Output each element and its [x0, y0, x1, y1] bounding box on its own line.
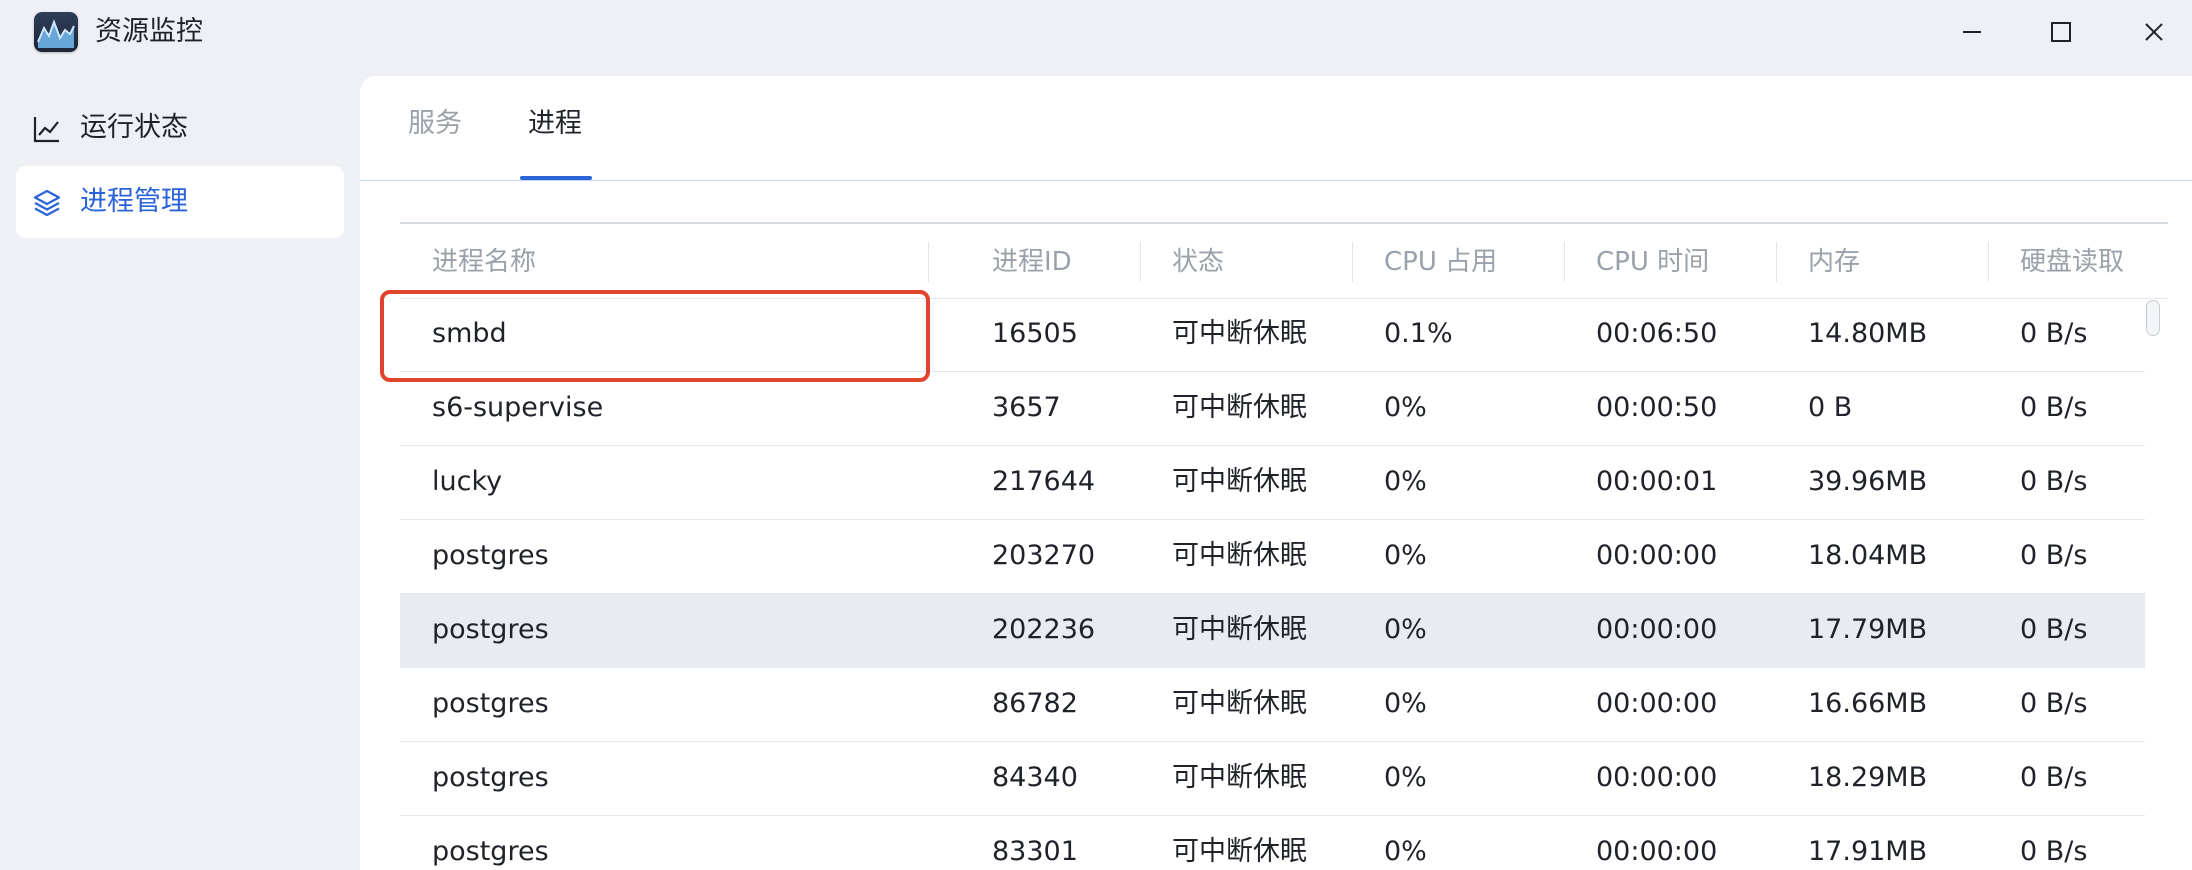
- cell-cpu-usage: 0%: [1384, 614, 1427, 645]
- column-header-pid[interactable]: 进程ID: [992, 242, 1072, 282]
- cell-memory: 39.96MB: [1808, 466, 1928, 497]
- cell-status: 可中断休眠: [1172, 466, 1307, 497]
- title-bar: 资源监控: [0, 0, 2192, 64]
- cell-name: smbd: [432, 318, 507, 349]
- cell-disk-read: 0 B/s: [2020, 762, 2088, 793]
- sidebar-item-label: 进程管理: [80, 186, 188, 217]
- column-header-status[interactable]: 状态: [1172, 242, 1224, 282]
- cell-disk-read: 0 B/s: [2020, 836, 2088, 867]
- cell-cpu-time: 00:00:00: [1596, 614, 1718, 645]
- cell-name: postgres: [432, 614, 549, 645]
- table-row[interactable]: lucky 217644 可中断休眠 0% 00:00:01 39.96MB 0 B/s: [400, 446, 2145, 520]
- app-title: 资源监控: [95, 16, 203, 47]
- cell-name: lucky: [432, 466, 503, 497]
- cell-name: postgres: [432, 836, 549, 867]
- active-tab-indicator: [520, 176, 592, 180]
- cell-memory: 18.29MB: [1808, 762, 1928, 793]
- cell-status: 可中断休眠: [1172, 762, 1307, 793]
- column-resizer[interactable]: [928, 242, 929, 282]
- table-row[interactable]: postgres 86782 可中断休眠 0% 00:00:00 16.66MB 0 B/s: [400, 668, 2145, 742]
- cell-disk-read: 0 B/s: [2020, 466, 2088, 497]
- main-panel: 服务 进程 进程名称 进程ID 状态 CPU 占用 CPU 时间 内存 硬盘读取…: [360, 76, 2192, 870]
- cell-disk-read: 0 B/s: [2020, 614, 2088, 645]
- table-header: 进程名称 进程ID 状态 CPU 占用 CPU 时间 内存 硬盘读取: [400, 222, 2168, 299]
- column-resizer[interactable]: [1988, 242, 1989, 282]
- cell-cpu-time: 00:00:00: [1596, 836, 1718, 867]
- column-header-name[interactable]: 进程名称: [432, 242, 536, 282]
- maximize-icon[interactable]: [2043, 14, 2079, 50]
- cell-status: 可中断休眠: [1172, 318, 1307, 349]
- column-header-cpu-usage[interactable]: CPU 占用: [1384, 242, 1497, 282]
- layers-icon: [32, 188, 62, 218]
- cell-cpu-usage: 0%: [1384, 540, 1427, 571]
- cell-memory: 18.04MB: [1808, 540, 1928, 571]
- cell-cpu-usage: 0%: [1384, 762, 1427, 793]
- cell-pid: 84340: [992, 762, 1078, 793]
- sidebar-item-status[interactable]: 运行状态: [16, 92, 344, 164]
- cell-name: postgres: [432, 762, 549, 793]
- cell-cpu-time: 00:00:00: [1596, 688, 1718, 719]
- cell-pid: 203270: [992, 540, 1096, 571]
- cell-cpu-time: 00:00:00: [1596, 762, 1718, 793]
- cell-cpu-usage: 0%: [1384, 688, 1427, 719]
- table-row[interactable]: postgres 202236 可中断休眠 0% 00:00:00 17.79MB 0 B/…: [400, 594, 2145, 668]
- cell-name: postgres: [432, 540, 549, 571]
- cell-disk-read: 0 B/s: [2020, 318, 2088, 349]
- cell-status: 可中断休眠: [1172, 614, 1307, 645]
- column-header-disk-read[interactable]: 硬盘读取: [2020, 242, 2124, 282]
- cell-name: s6-supervise: [432, 392, 604, 423]
- cell-cpu-usage: 0.1%: [1384, 318, 1453, 349]
- table-row[interactable]: smbd 16505 可中断休眠 0.1% 00:06:50 14.80MB 0 B/s: [400, 298, 2145, 372]
- scrollbar-thumb[interactable]: [2146, 300, 2160, 336]
- column-resizer[interactable]: [1776, 242, 1777, 282]
- cell-disk-read: 0 B/s: [2020, 392, 2088, 423]
- table-row[interactable]: postgres 84340 可中断休眠 0% 00:00:00 18.29MB 0 B/s: [400, 742, 2145, 816]
- cell-disk-read: 0 B/s: [2020, 540, 2088, 571]
- close-icon[interactable]: [2136, 14, 2172, 50]
- table-row[interactable]: postgres 203270 可中断休眠 0% 00:00:00 18.04MB 0 B/…: [400, 520, 2145, 594]
- cell-status: 可中断休眠: [1172, 392, 1307, 423]
- cell-name: postgres: [432, 688, 549, 719]
- cell-pid: 202236: [992, 614, 1096, 645]
- cell-cpu-time: 00:00:50: [1596, 392, 1718, 423]
- column-header-memory[interactable]: 内存: [1808, 242, 1860, 282]
- cell-memory: 17.79MB: [1808, 614, 1928, 645]
- tab-processes[interactable]: 进程: [528, 104, 582, 144]
- cell-memory: 17.91MB: [1808, 836, 1928, 867]
- column-resizer[interactable]: [1352, 242, 1353, 282]
- cell-memory: 16.66MB: [1808, 688, 1928, 719]
- sidebar: 运行状态 进程管理: [0, 76, 360, 870]
- column-header-cpu-time[interactable]: CPU 时间: [1596, 242, 1709, 282]
- tab-bar: 服务 进程: [360, 76, 2192, 181]
- cell-cpu-time: 00:00:00: [1596, 540, 1718, 571]
- cell-status: 可中断休眠: [1172, 540, 1307, 571]
- cell-pid: 217644: [992, 466, 1096, 497]
- column-resizer[interactable]: [1140, 242, 1141, 282]
- tab-services[interactable]: 服务: [408, 104, 462, 144]
- cell-memory: 14.80MB: [1808, 318, 1928, 349]
- cell-cpu-usage: 0%: [1384, 836, 1427, 867]
- cell-cpu-time: 00:00:01: [1596, 466, 1718, 497]
- cell-pid: 83301: [992, 836, 1078, 867]
- cell-cpu-usage: 0%: [1384, 392, 1427, 423]
- sidebar-item-process-management[interactable]: 进程管理: [16, 166, 344, 238]
- table-row[interactable]: s6-supervise 3657 可中断休眠 0% 00:00:50 0 B 0 B/s: [400, 372, 2145, 446]
- cell-pid: 3657: [992, 392, 1061, 423]
- process-table: 进程名称 进程ID 状态 CPU 占用 CPU 时间 内存 硬盘读取 smbd 1…: [400, 222, 2168, 870]
- cell-cpu-usage: 0%: [1384, 466, 1427, 497]
- column-resizer[interactable]: [1564, 242, 1565, 282]
- cell-status: 可中断休眠: [1172, 836, 1307, 867]
- minimize-icon[interactable]: [1954, 14, 1990, 50]
- cell-status: 可中断休眠: [1172, 688, 1307, 719]
- sidebar-item-label: 运行状态: [80, 112, 188, 143]
- cell-pid: 86782: [992, 688, 1078, 719]
- cell-cpu-time: 00:06:50: [1596, 318, 1718, 349]
- table-row[interactable]: postgres 83301 可中断休眠 0% 00:00:00 17.91MB 0 B/s: [400, 816, 2145, 870]
- cell-memory: 0 B: [1808, 392, 1853, 423]
- line-chart-icon: [32, 114, 62, 144]
- table-body: smbd 16505 可中断休眠 0.1% 00:06:50 14.80MB 0 B/s s6…: [400, 298, 2145, 870]
- activity-monitor-app-icon: [34, 12, 78, 52]
- cell-disk-read: 0 B/s: [2020, 688, 2088, 719]
- cell-pid: 16505: [992, 318, 1078, 349]
